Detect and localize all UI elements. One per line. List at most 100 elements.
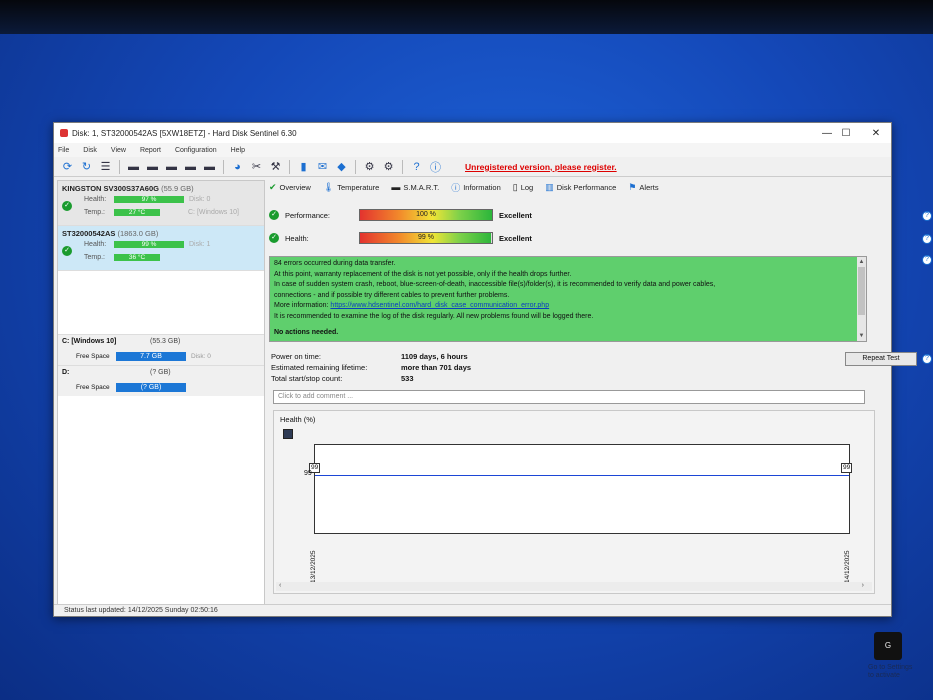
watermark-text: Go to Settings to activate (868, 664, 913, 679)
toolbar-separator (223, 159, 224, 174)
volume-item-c[interactable]: C: [Windows 10] (55.3 GB) Free Space 7.7… (58, 334, 264, 365)
menu-help[interactable]: Help (231, 147, 245, 154)
disk-icon[interactable]: ▬ (202, 159, 217, 174)
disk-stats: Power on time: 1109 days, 6 hours Estimat… (271, 352, 472, 383)
check-icon: ✔ (269, 181, 277, 192)
tab-temperature[interactable]: 🌡 Temperature (323, 182, 380, 193)
tools-icon[interactable]: ⚒ (268, 159, 283, 174)
scroll-up-icon[interactable]: ▲ (857, 257, 866, 268)
monitor-bezel (0, 0, 933, 34)
disk-icon[interactable]: ▬ (145, 159, 160, 174)
tab-information[interactable]: ⓘ Information (451, 181, 501, 194)
menu-file[interactable]: File (58, 147, 69, 154)
document-icon: ▯ (512, 181, 518, 192)
free-space-row: Free Space (? GB) (76, 383, 186, 392)
chart-icon: ▥ (545, 181, 554, 192)
info-icon: ⓘ (451, 182, 461, 193)
temp-bar: 27 °C (114, 209, 160, 216)
health-bar: 99 % (114, 241, 184, 248)
volume-list: C: [Windows 10] (55.3 GB) Free Space 7.7… (58, 334, 264, 396)
scroll-thumb[interactable] (858, 267, 865, 315)
volume-item-d[interactable]: D: (? GB) Free Space (? GB) (58, 365, 264, 396)
tab-log[interactable]: ▯ Log (513, 182, 533, 193)
disk-icon[interactable]: ▬ (164, 159, 179, 174)
globe-icon[interactable]: ◕ (230, 159, 245, 174)
bell-icon: ⚑ (628, 181, 637, 192)
disk-temp-row: Temp.: 36 °C (84, 254, 160, 261)
menu-configuration[interactable]: Configuration (175, 147, 217, 154)
window-title: Disk: 1, ST32000542AS [5XW18ETZ] - Hard … (72, 128, 297, 138)
disk-health-row: Health: 99 % Disk: 1 (84, 241, 211, 248)
toolbar: ⟳ ↻ ☰ ▬ ▬ ▬ ▬ ▬ ◕ ✂ ⚒ ▮ ✉ ◆ ⚙ ⚙ ? ⓘ Unre… (54, 157, 891, 177)
help-icon[interactable]: ? (409, 159, 424, 174)
help-icon[interactable]: ? (922, 255, 932, 265)
maximize-button[interactable]: ☐ (830, 123, 862, 143)
tab-disk-performance[interactable]: ▥ Disk Performance (545, 182, 616, 193)
message-scrollbar[interactable]: ▲ ▼ (857, 257, 866, 341)
health-bar-empty (490, 233, 492, 243)
health-status: Excellent (499, 233, 532, 243)
disk-icon[interactable]: ▬ (183, 159, 198, 174)
free-space-row: Free Space 7.7 GB Disk: 0 (76, 352, 211, 361)
scroll-right-icon[interactable]: › (862, 582, 864, 589)
mail-icon[interactable]: ✉ (315, 159, 330, 174)
disk-name: ST32000542AS (1863.0 GB) (62, 229, 159, 238)
help-icon[interactable]: ? (922, 354, 932, 364)
check-icon: ✓ (62, 246, 72, 256)
disk-icon[interactable]: ▬ (126, 159, 141, 174)
help-icon[interactable]: ? (922, 234, 932, 244)
title-bar[interactable]: Disk: 1, ST32000542AS [5XW18ETZ] - Hard … (54, 123, 891, 143)
chat-icon[interactable]: ◆ (334, 159, 349, 174)
close-button[interactable]: ✕ (860, 123, 892, 143)
health-row: ✓ Health: 99 % Excellent (269, 232, 532, 244)
chart-scrollbar[interactable]: ‹ › (276, 582, 872, 591)
thermometer-icon: 🌡 (322, 181, 335, 192)
unregistered-link[interactable]: Unregistered version, please register. (465, 162, 617, 172)
gear-icon[interactable]: ⚙ (381, 159, 396, 174)
disk-temp-row: Temp.: 27 °C C: [Windows 10] (84, 209, 239, 216)
check-icon: ✓ (269, 209, 279, 220)
disk-item-kingston[interactable]: KINGSTON SV300S37A60G (55.9 GB) ✓ Health… (58, 181, 264, 226)
toolbar-separator (119, 159, 120, 174)
tools-icon[interactable]: ✂ (249, 159, 264, 174)
refresh-all-icon[interactable]: ↻ (79, 159, 94, 174)
list-icon[interactable]: ☰ (98, 159, 113, 174)
toolbar-separator (289, 159, 290, 174)
menu-report[interactable]: Report (140, 147, 161, 154)
book-icon[interactable]: ▮ (296, 159, 311, 174)
more-info-link[interactable]: https://www.hdsentinel.com/hard_disk_cas… (330, 302, 549, 309)
x-tick-label: 13/12/2025 (310, 550, 317, 583)
gear-icon[interactable]: ⚙ (362, 159, 377, 174)
message-line: In case of sudden system crash, reboot, … (274, 281, 716, 288)
dash-icon: ▬ (391, 182, 401, 192)
comment-input[interactable]: Click to add comment ... (273, 390, 865, 404)
help-icon[interactable]: ? (922, 211, 932, 221)
main-panel: ✔ Overview 🌡 Temperature ▬ S.M.A.R.T. ⓘ Info… (267, 180, 932, 605)
free-space-bar: (? GB) (116, 383, 186, 392)
disk-item-st32000542as[interactable]: ST32000542AS (1863.0 GB) ✓ Health: 99 % … (58, 226, 264, 271)
menu-view[interactable]: View (111, 147, 126, 154)
series-line (315, 475, 849, 477)
info-icon[interactable]: ⓘ (428, 159, 443, 174)
x-tick-label: 14/12/2025 (844, 550, 851, 583)
power-on-value: 1109 days, 6 hours (401, 352, 468, 361)
temp-bar: 36 °C (114, 254, 160, 261)
tab-alerts[interactable]: ⚑ Alerts (628, 182, 658, 193)
refresh-icon[interactable]: ⟳ (60, 159, 75, 174)
scroll-left-icon[interactable]: ‹ (279, 582, 281, 589)
menu-disk[interactable]: Disk (83, 147, 97, 154)
repeat-test-button[interactable]: Repeat Test (845, 352, 917, 366)
performance-bar: 100 % (359, 209, 493, 221)
message-line: At this point, warranty replacement of t… (274, 270, 572, 278)
health-bar: 99 % (359, 232, 493, 244)
scroll-down-icon[interactable]: ▼ (857, 331, 866, 342)
tab-smart[interactable]: ▬ S.M.A.R.T. (391, 182, 439, 192)
toolbar-separator (402, 159, 403, 174)
app-icon (60, 129, 68, 137)
disk-list-panel: KINGSTON SV300S37A60G (55.9 GB) ✓ Health… (57, 180, 265, 605)
save-icon[interactable] (283, 429, 293, 439)
tab-overview[interactable]: ✔ Overview (269, 182, 311, 193)
health-bar: 97 % (114, 196, 184, 203)
chart-title: Health (%) (280, 415, 316, 424)
startstop-value: 533 (401, 374, 414, 383)
